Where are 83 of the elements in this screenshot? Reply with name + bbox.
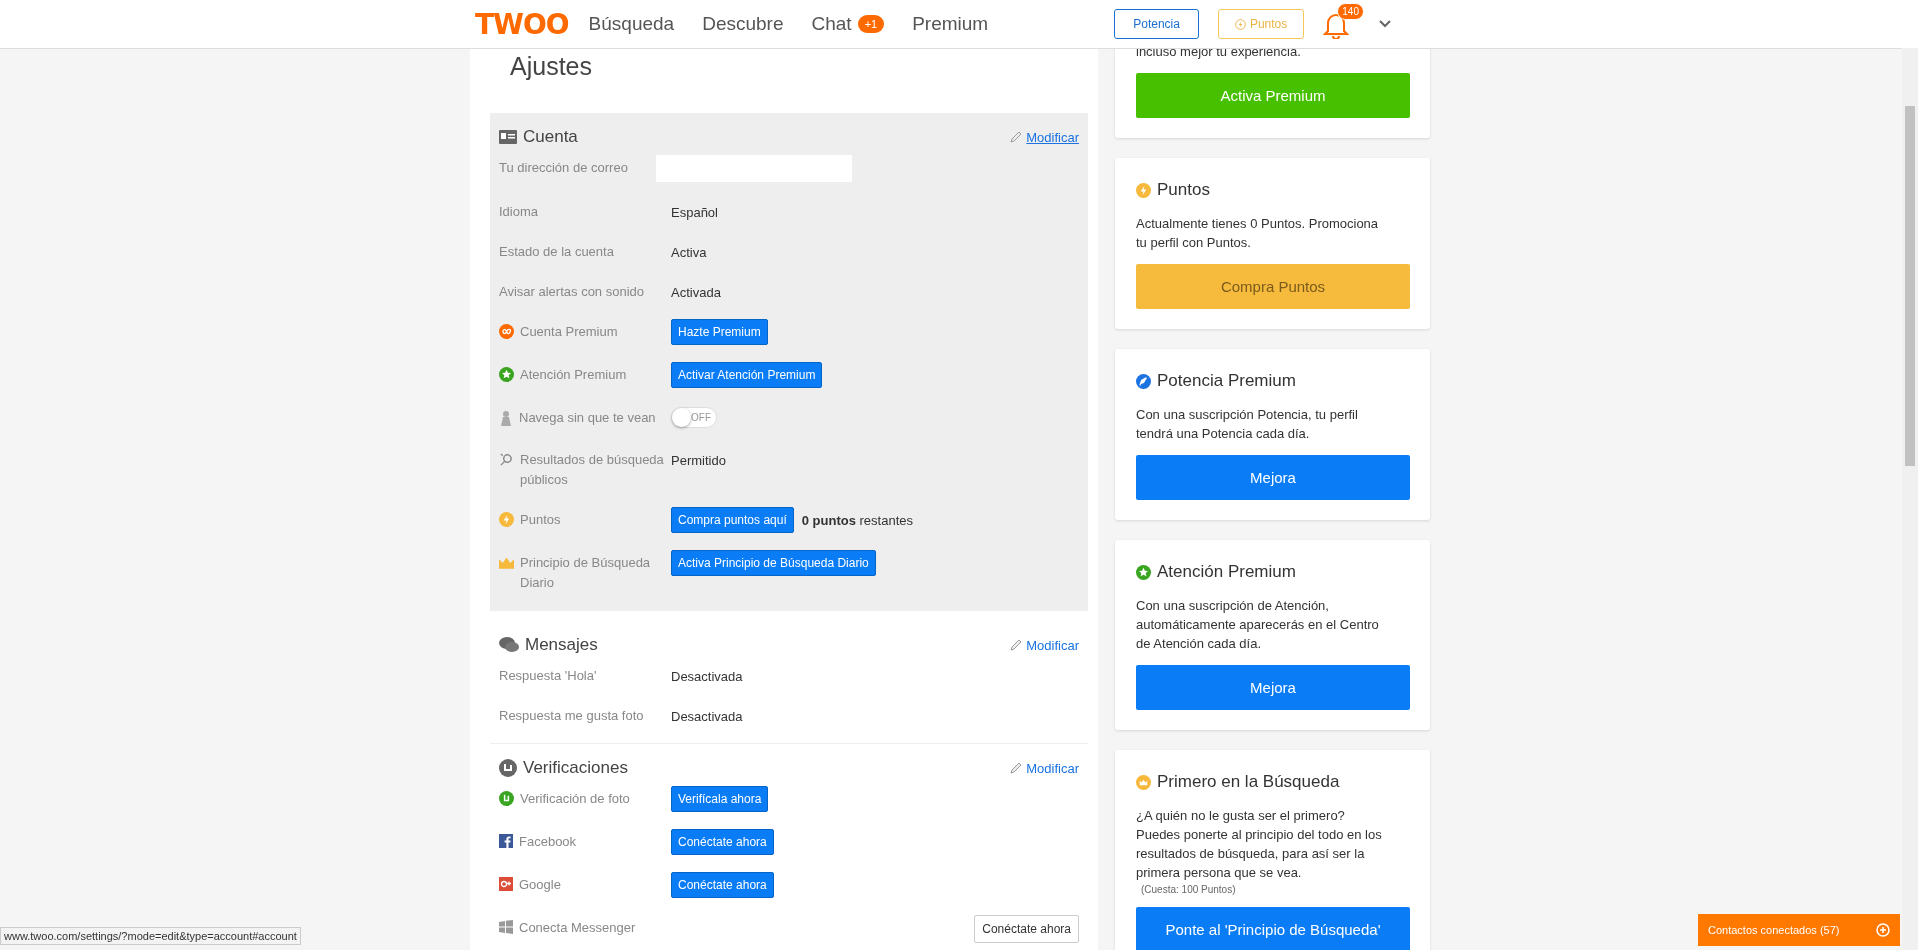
setting-value: Activada [671,284,721,300]
action-button[interactable]: Activa Principio de Búsqueda Diario [671,550,876,576]
section-title: Cuenta [523,127,578,147]
setting-label: Avisar alertas con sonido [499,283,644,301]
setting-value: Permitido [671,452,726,468]
pencil-icon [1010,131,1023,143]
promo-button[interactable]: Compra Puntos [1136,264,1410,309]
section-title: Mensajes [525,635,598,655]
edit-link[interactable]: Modificar [1010,760,1079,776]
lightning-icon [499,512,514,527]
promo-button[interactable]: Mejora [1136,455,1410,500]
setting-label: Conecta Messenger [519,919,636,937]
card-text: Con una suscripción Potencia, tu perfil tendrá una Potencia cada día. [1136,406,1359,443]
action-button[interactable]: Hazte Premium [671,319,768,345]
action-button[interactable]: Conéctate ahora [671,872,774,898]
points-remaining: 0 puntos restantes [801,512,913,528]
count-badge: +1 [857,15,885,33]
edit-link[interactable]: Modificar [1010,637,1079,653]
action-button[interactable]: Activar Atención Premium [671,362,823,388]
setting-label: Respuesta me gusta foto [499,707,644,725]
setting-label: Facebook [519,833,577,851]
pencil-icon [1010,762,1023,774]
cost-note: (Cuesta: 100 Puntos) [1141,884,1237,895]
promo-button[interactable]: Ponte al 'Principio de Búsqueda' [1136,907,1410,950]
setting-value: Desactivada [671,708,743,724]
id-card-icon [499,130,517,144]
setting-label: Puntos [520,511,561,529]
lightning-icon [1136,182,1151,198]
infinity-icon [499,324,514,339]
nav-link[interactable]: Descubre [702,13,784,35]
setting-value: Activa [671,244,707,260]
setting-label: Respuesta 'Hola' [499,667,597,685]
section-title: Verificaciones [523,758,628,778]
setting-label: Tu dirección de correo [499,159,628,177]
header-button[interactable]: Potencia [1114,9,1199,39]
action-button[interactable]: Verifícala ahora [671,786,769,812]
google-plus-icon [499,877,513,891]
chevron-down-icon[interactable] [1379,20,1392,28]
setting-label: Verificación de foto [520,790,630,808]
page-title: Ajustes [510,52,593,81]
setting-label: Navega sin que te vean [519,409,656,427]
facebook-icon [499,834,513,848]
card-title: Potencia Premium [1157,371,1296,391]
status-url: www.twoo.com/settings/?mode=edit&type=account#account [0,927,301,945]
nav-link[interactable]: Búsqueda [588,13,675,35]
card-title: Atención Premium [1157,562,1296,582]
nav-link[interactable]: Premium [912,13,989,35]
toggle-switch[interactable]: OFF [671,407,717,428]
nav-link[interactable]: Chat +1 [811,13,885,35]
lightning-icon [1234,18,1246,30]
card-text: incluso mejor tu experiencia. [1136,43,1302,61]
pencil-icon [1010,639,1023,651]
setting-label: Atención Premium [520,366,627,384]
search-sparkle-icon [499,452,514,467]
setting-label: Cuenta Premium [520,323,618,341]
card-text: Actualmente tienes 0 Puntos. Promociona tu perfil con Puntos. [1136,215,1380,252]
star-icon [499,367,514,382]
promo-button[interactable]: Mejora [1136,665,1410,710]
card-title: Primero en la Búsqueda [1157,772,1340,792]
action-button[interactable]: Conéctate ahora [671,829,774,855]
crown-icon [1136,774,1151,790]
connect-button[interactable]: Conéctate ahora [974,915,1079,943]
promo-button[interactable]: Activa Premium [1136,73,1410,118]
setting-label: Principio de Búsqueda Diario [520,554,652,592]
action-button[interactable]: Compra puntos aquí [671,507,794,533]
contacts-tab[interactable]: Contactos conectados (57) [1698,914,1900,946]
notification-badge: 140 [1337,3,1364,20]
setting-value: Desactivada [671,668,743,684]
card-text: ¿A quién no le gusta ser el primero? Puedes ponerte al principio del todo en los resultados de búsqueda, para así ser la primera persona que se vea. [1136,807,1383,882]
card-title: Puntos [1157,180,1210,200]
logo[interactable]: TWOO [475,7,569,41]
card-text: Con una suscripción de Atención, automáticamente aparecerás en el Centro de Atención cada día. [1136,597,1380,653]
plus-icon [1876,923,1890,937]
setting-label: Google [519,876,561,894]
crown-icon [499,557,514,569]
windows-icon [499,920,513,934]
edit-link[interactable]: Modificar [1010,129,1079,145]
setting-label: Resultados de búsqueda públicos [520,451,665,489]
person-icon [499,410,513,426]
chat-bubbles-icon [499,637,519,653]
setting-label: Idioma [499,203,539,221]
setting-label: Estado de la cuenta [499,243,614,261]
setting-value: Español [671,204,718,220]
